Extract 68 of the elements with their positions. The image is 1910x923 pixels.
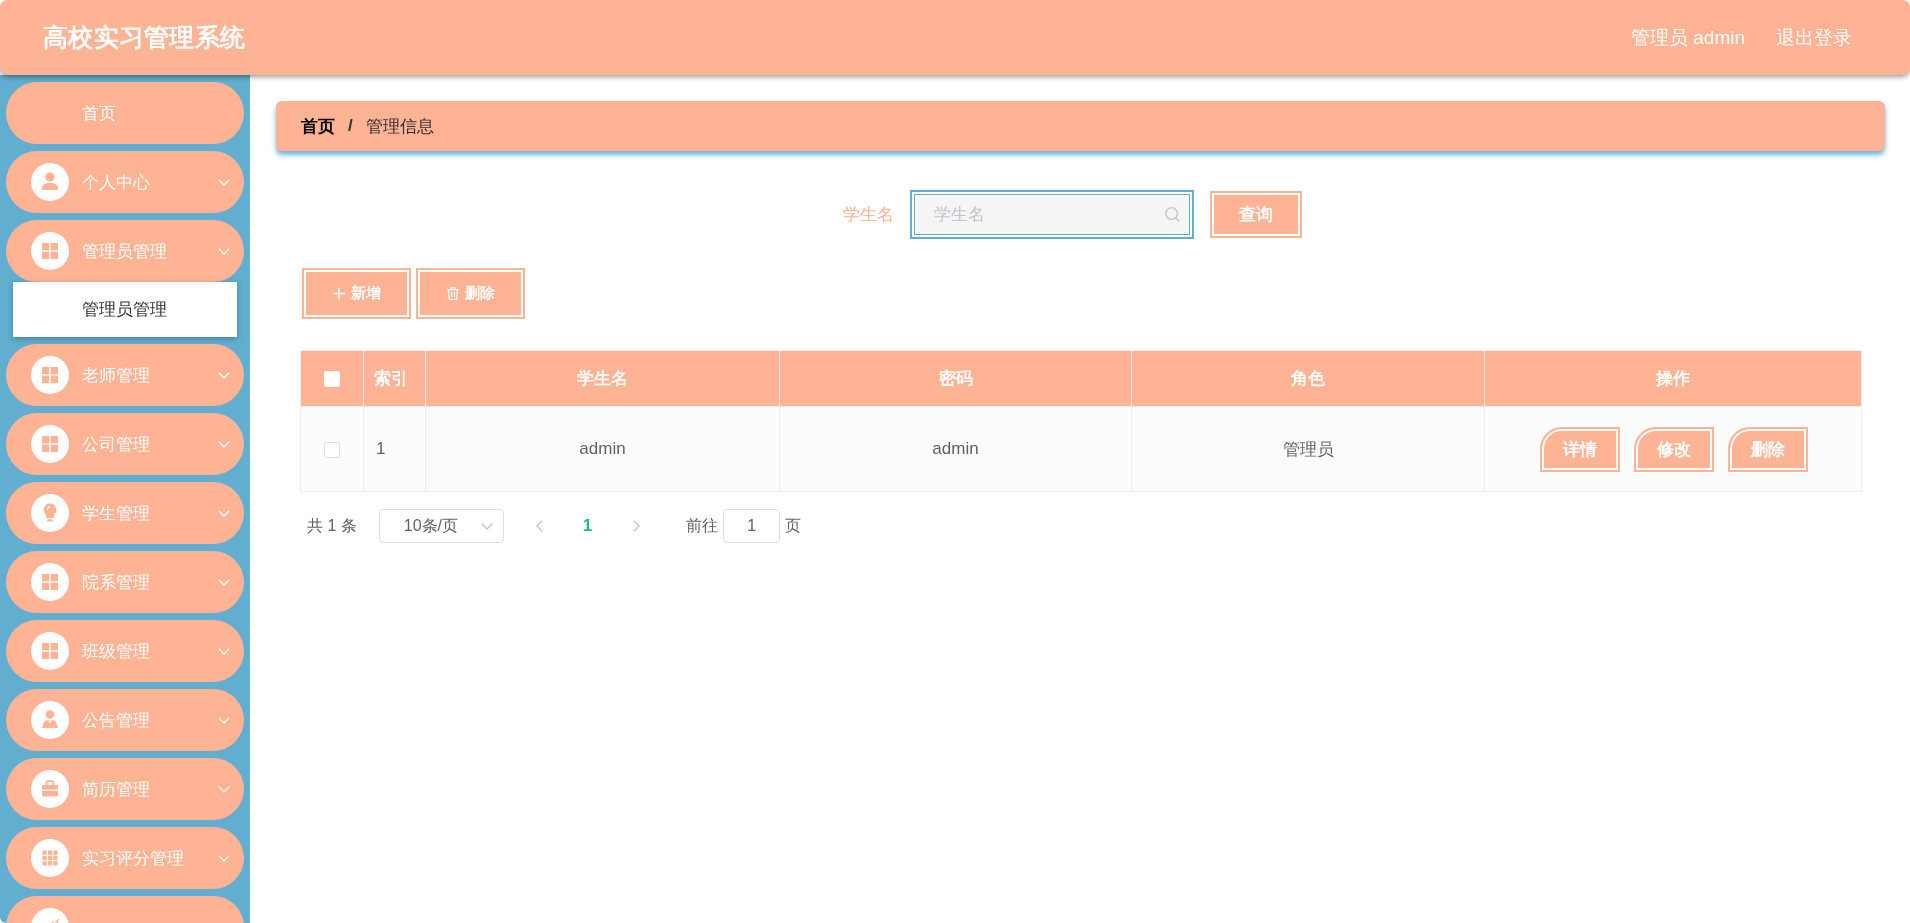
lightbulb-icon — [31, 494, 69, 532]
user-icon — [31, 163, 69, 201]
page-input[interactable]: 1 — [723, 509, 781, 543]
search-label: 学生名 — [843, 204, 894, 226]
sidebar-menu-item[interactable]: 首页 — [6, 82, 244, 144]
view-button[interactable]: 详情 — [1540, 426, 1620, 472]
column-header: 索引 — [363, 350, 426, 407]
sidebar-menu-item[interactable]: 老师管理 — [6, 344, 244, 406]
sidebar-menu-item[interactable]: 公司管理 — [6, 413, 244, 475]
chevron-down-icon — [480, 522, 493, 530]
goto-label: 前往 — [686, 515, 719, 536]
sidebar-menu-item[interactable]: 实习评分管理 — [6, 827, 244, 889]
chevron-down-icon — [218, 371, 230, 379]
chevron-down-icon — [218, 247, 230, 255]
sidebar-menu-item[interactable]: 公告管理 — [6, 689, 244, 751]
delete-button[interactable]: 删除 — [416, 268, 525, 319]
sidebar-menu-item[interactable]: 院系管理 — [6, 551, 244, 613]
row-checkbox[interactable] — [324, 441, 340, 458]
column-header: 密码 — [779, 350, 1132, 407]
sidebar-menu-item[interactable]: 管理员管理 — [6, 220, 244, 282]
trash-icon — [446, 287, 459, 300]
table-cell: 管理员 — [1131, 406, 1485, 492]
plus-icon — [332, 287, 345, 300]
user-label: 管理员 admin — [1630, 25, 1745, 50]
user-icon — [31, 701, 69, 739]
chevron-down-icon — [218, 178, 230, 186]
chevron-down-icon — [218, 785, 230, 793]
column-header: 操作 — [1484, 350, 1862, 407]
table-cell: 1 — [363, 406, 426, 492]
add-button[interactable]: 新增 — [302, 268, 411, 319]
chevron-down-icon — [218, 647, 230, 655]
table-cell: admin — [779, 406, 1132, 492]
total-count: 共 1 条 — [307, 515, 357, 536]
grid-icon — [31, 232, 69, 270]
page-suffix: 页 — [785, 515, 802, 536]
chevron-down-icon — [218, 440, 230, 448]
submenu-item[interactable]: 管理员管理 — [13, 282, 237, 337]
sidebar-menu-item[interactable]: 学生管理 — [6, 482, 244, 544]
sidebar-menu-item[interactable]: 班级管理 — [6, 620, 244, 682]
grid-icon — [31, 632, 69, 670]
page-number[interactable]: 1 — [576, 512, 599, 540]
chevron-down-icon — [218, 578, 230, 586]
table-cell: admin — [425, 406, 780, 492]
select-all-checkbox[interactable] — [324, 371, 340, 387]
logout-link[interactable]: 退出登录 — [1776, 24, 1852, 51]
search-icon — [1165, 207, 1180, 222]
chevron-down-icon — [218, 509, 230, 517]
briefcase-icon — [31, 770, 69, 808]
grid-icon — [31, 425, 69, 463]
column-header: 角色 — [1131, 350, 1485, 407]
breadcrumb-link[interactable]: 首页 — [301, 114, 335, 138]
search-button[interactable]: 查询 — [1210, 191, 1302, 238]
edit-button[interactable]: 修改 — [1634, 426, 1714, 472]
breadcrumb-separator: / — [348, 116, 353, 136]
chevron-left-icon — [535, 520, 543, 532]
delete-button[interactable]: 删除 — [1728, 426, 1808, 472]
column-header: 学生名 — [425, 350, 780, 407]
grid-icon — [31, 356, 69, 394]
chevron-right-icon — [633, 520, 641, 532]
app-title: 高校实习管理系统 — [43, 22, 246, 53]
table-icon — [31, 839, 69, 877]
sidebar-menu-item[interactable]: 个人中心 — [6, 151, 244, 213]
chevron-down-icon — [218, 854, 230, 862]
sidebar-menu-item[interactable]: 简历管理 — [6, 758, 244, 820]
chevron-down-icon — [218, 716, 230, 724]
breadcrumb-current: 管理信息 — [365, 115, 434, 138]
grid-icon — [31, 563, 69, 601]
page-size-select[interactable]: 10条/页 — [378, 509, 504, 543]
